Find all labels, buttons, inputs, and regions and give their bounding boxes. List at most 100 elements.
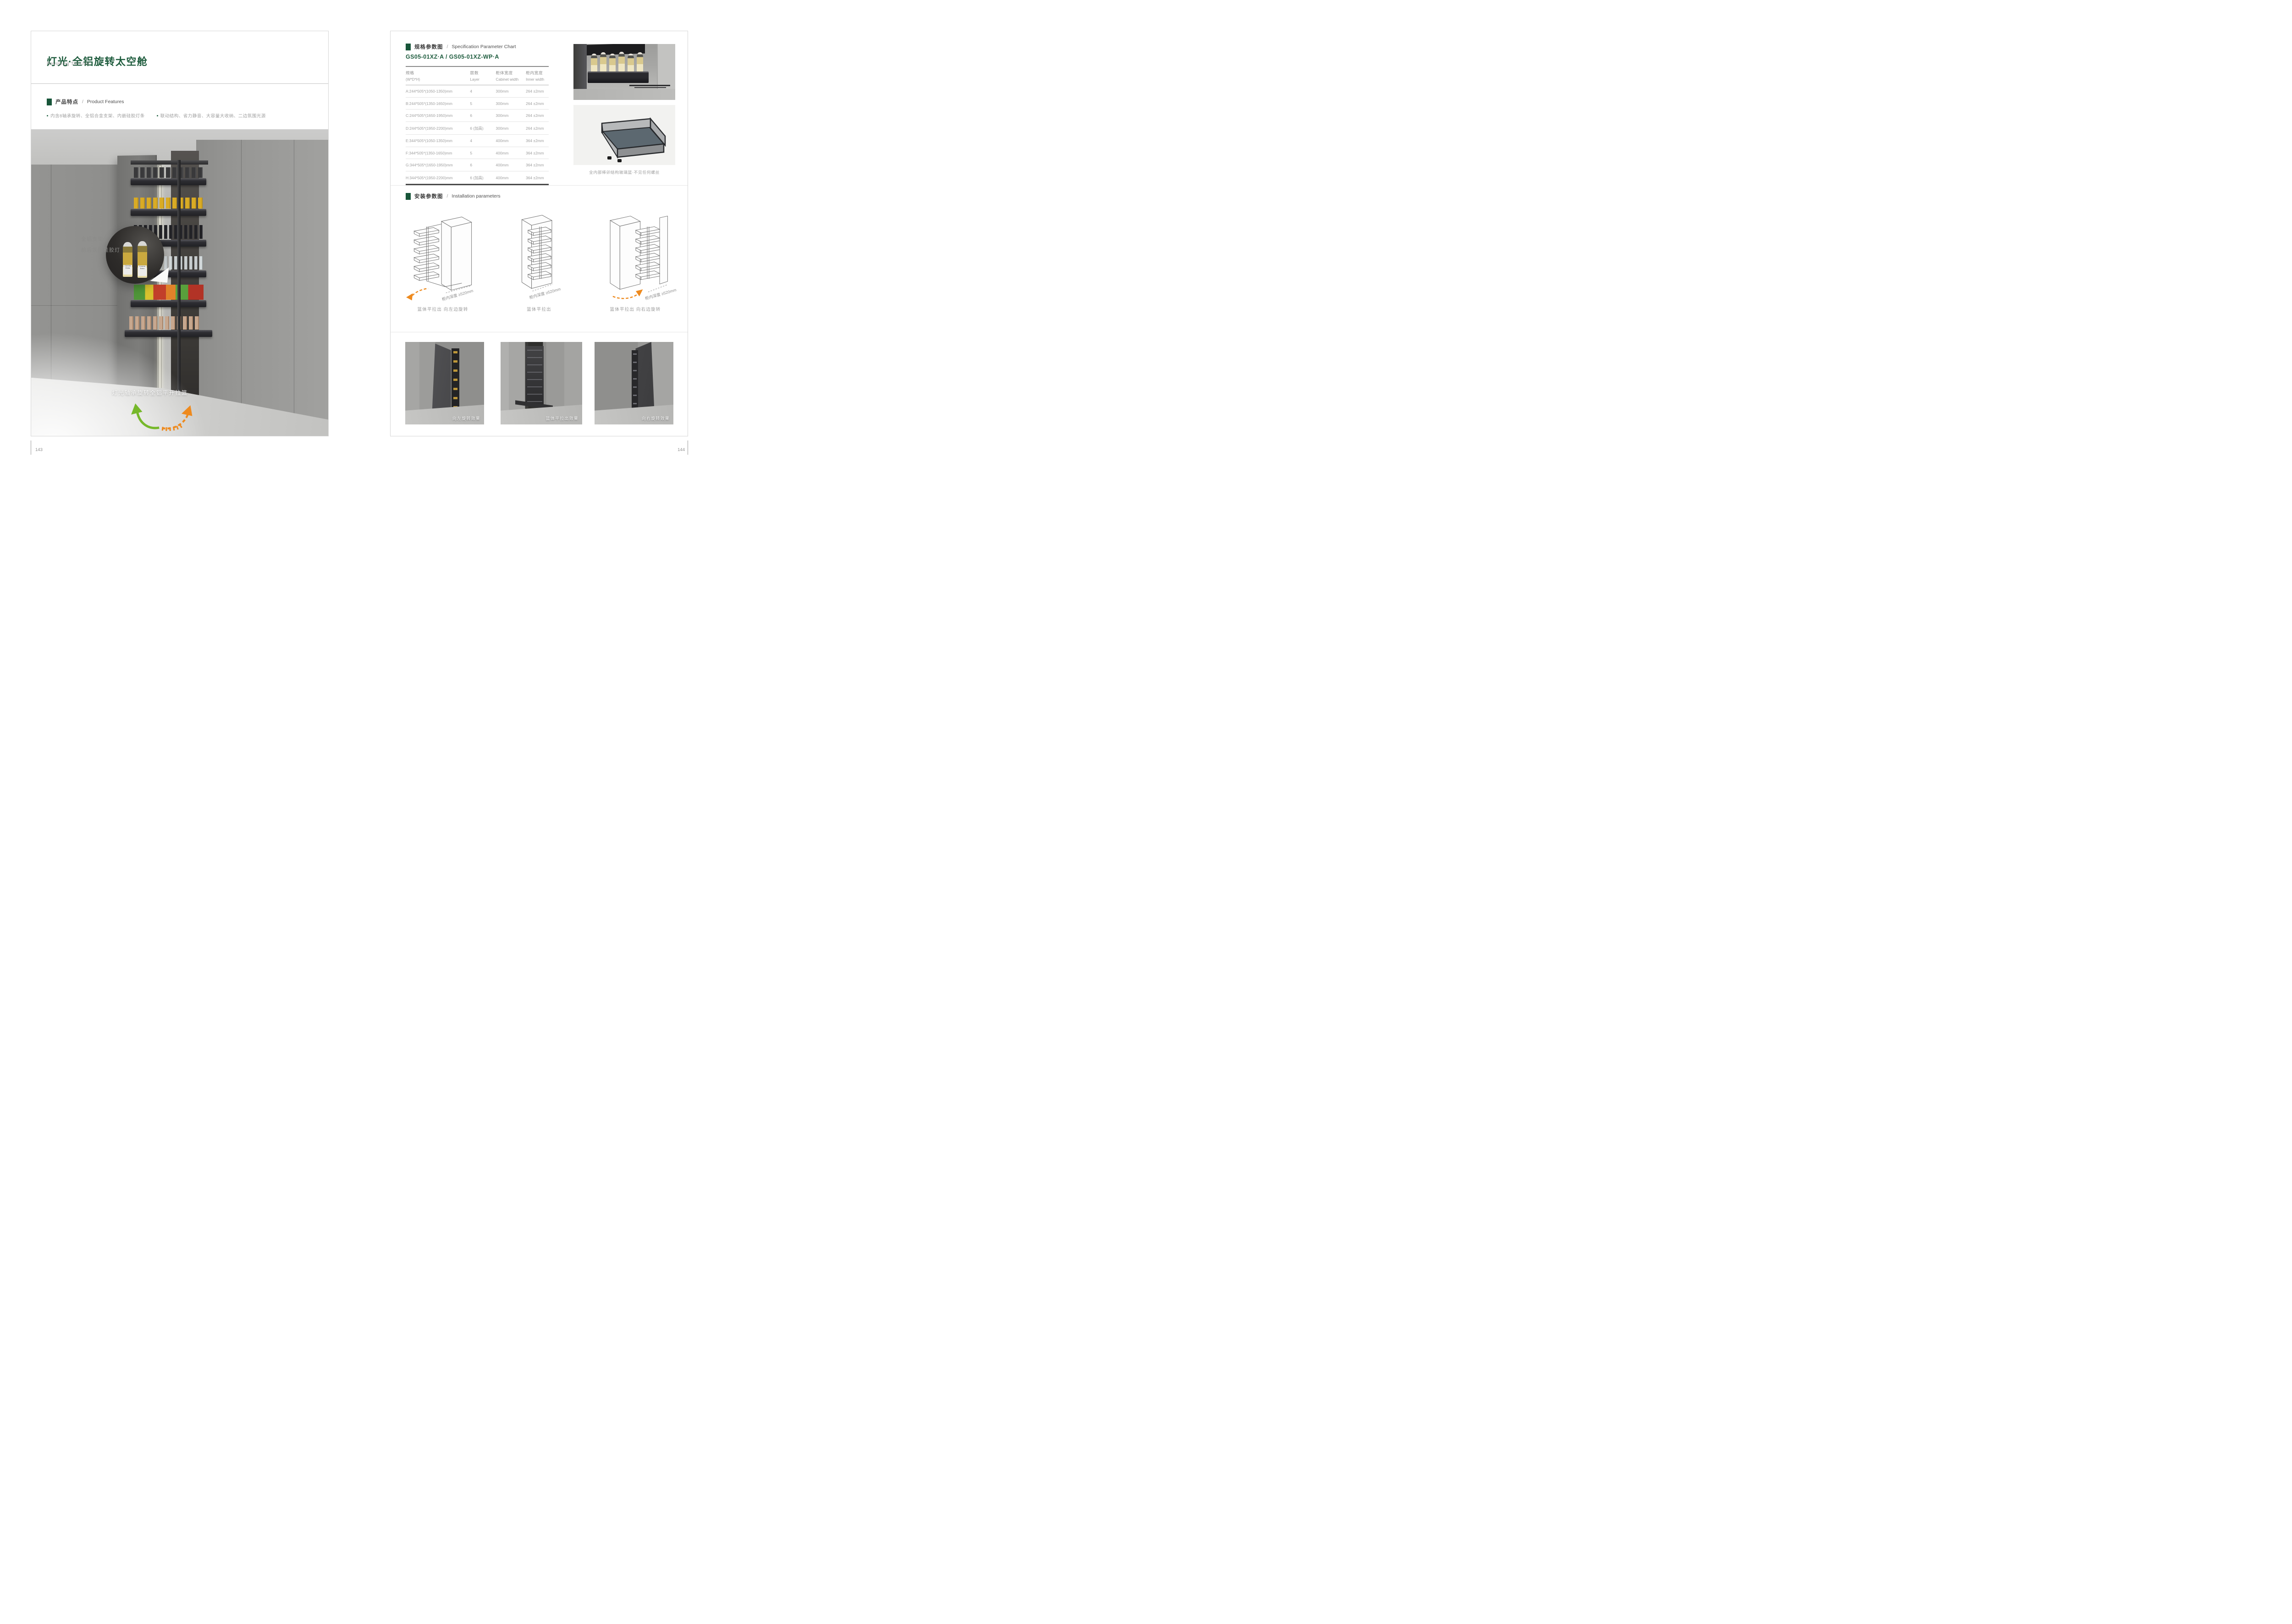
photo-rotate-right-effect: 向右旋转效果 bbox=[595, 342, 673, 424]
diagram-rotate-right: 柜内深度 ≥520mm 篮体平拉出 向右边旋转 bbox=[590, 208, 680, 316]
col-header-en: (W*D*H) bbox=[406, 77, 470, 82]
green-arrow-curve bbox=[137, 412, 159, 428]
photo-rotate-left-effect: 向左旋转效果 bbox=[405, 342, 484, 424]
col-header-zh: 规格 bbox=[406, 70, 470, 76]
bottle-illustration bbox=[637, 52, 644, 72]
col-header-en: Cabinet width bbox=[496, 77, 526, 82]
pullout-unit bbox=[526, 346, 544, 406]
diagram-caption: 篮体平拉出 向右边旋转 bbox=[610, 306, 661, 312]
bottle-illustration bbox=[609, 54, 616, 73]
cabinet-right-doors bbox=[196, 140, 328, 427]
spec-table-cell: E:344*505*(1050-1350)mm bbox=[406, 135, 470, 147]
green-square-icon bbox=[47, 99, 52, 105]
depth-annotation: 柜内深度 ≥520mm bbox=[441, 288, 474, 302]
spec-table-cell: 364 ±2mm bbox=[526, 135, 549, 147]
spec-table-cell: 300mm bbox=[496, 97, 526, 110]
slide-rail bbox=[634, 87, 666, 88]
spec-table-cell: 5 bbox=[470, 147, 496, 159]
green-arrowhead-icon bbox=[131, 403, 142, 414]
spec-table-cell: 4 bbox=[470, 85, 496, 98]
col-header-zh: 层数 bbox=[470, 70, 496, 76]
col-header-inner-width: 柜内宽度 Inner width bbox=[526, 66, 549, 85]
floor bbox=[595, 405, 673, 424]
spec-table-cell: C:244*505*(1650-1950)mm bbox=[406, 110, 470, 122]
features-bullets: 内含8轴承旋转、全铝合金支架、内嵌硅胶灯条 联动结构、省力静音、大容量大收纳、二… bbox=[47, 112, 314, 119]
spec-table-body: A:244*505*(1050-1350)mm4300mm264 ±2mmB:2… bbox=[406, 85, 549, 185]
spec-table-cell: 400mm bbox=[496, 147, 526, 159]
spec-table-cell: 6 (加高) bbox=[470, 171, 496, 185]
shelf-items bbox=[134, 198, 204, 209]
spec-table-cell: 6 bbox=[470, 159, 496, 171]
product-features-section: 产品特点 / Product Features 内含8轴承旋转、全铝合金支架、内… bbox=[47, 98, 314, 119]
orange-arrowhead-icon bbox=[406, 293, 413, 300]
spec-table-row: C:244*505*(1650-1950)mm6300mm264 ±2mm bbox=[406, 110, 549, 122]
model-codes: GS05-01XZ·A / GS05-01XZ-WP·A bbox=[406, 54, 499, 60]
spec-table-row: G:344*505*(1650-1950)mm6400mm364 ±2mm bbox=[406, 159, 549, 171]
spec-table-row: E:344*505*(1050-1350)mm4400mm364 ±2mm bbox=[406, 135, 549, 147]
heading-separator: / bbox=[82, 99, 83, 105]
spec-table-cell: 264 ±2mm bbox=[526, 121, 549, 135]
title-divider bbox=[31, 83, 328, 84]
depth-annotation: 柜内深度 ≥520mm bbox=[529, 286, 561, 300]
cabinet-side-panel bbox=[573, 44, 587, 89]
spec-table-cell: D:244*505*(1950-2200)mm bbox=[406, 121, 470, 135]
glass-basket-illustration bbox=[573, 105, 675, 165]
photo-pull-out-effect: 篮体平拉出效果 bbox=[501, 342, 582, 424]
spec-table-cell: 400mm bbox=[496, 171, 526, 185]
rotation-arrows bbox=[129, 394, 195, 434]
spec-table-cell: 6 bbox=[470, 110, 496, 122]
bottle-label: Corona Extra bbox=[123, 265, 132, 275]
orange-arrowhead-icon bbox=[182, 406, 192, 416]
spec-heading-zh: 规格参数图 bbox=[414, 43, 443, 50]
spec-table-cell: 400mm bbox=[496, 159, 526, 171]
spec-table-cell: 4 bbox=[470, 135, 496, 147]
features-heading: 产品特点 / Product Features bbox=[47, 98, 314, 105]
col-header-cabinet-width: 柜体宽度 Cabinet width bbox=[496, 66, 526, 85]
spec-table-cell: 264 ±2mm bbox=[526, 110, 549, 122]
spec-table-cell: H:344*505*(1950-2200)mm bbox=[406, 171, 470, 185]
bottle-label: Corona Extra bbox=[138, 265, 147, 276]
page-number-left: 143 bbox=[35, 447, 43, 452]
section-divider bbox=[391, 185, 688, 186]
product-photo: Corona Extra Corona Extra 全铝支架 前后氛围硅胶灯 灯… bbox=[31, 129, 328, 436]
diagram-caption: 篮体平拉出 向左边旋转 bbox=[418, 306, 468, 312]
spec-table-cell: 6 (加高) bbox=[470, 121, 496, 135]
basket-tray bbox=[131, 209, 206, 216]
feature-bullet: 联动结构、省力静音、大容量大收纳、二边氛围光源 bbox=[157, 112, 266, 119]
spec-table: 规格 (W*D*H) 层数 Layer 柜体宽度 Cabinet width 柜… bbox=[406, 66, 549, 185]
diagram-left-drawing: 柜内深度 ≥520mm bbox=[399, 208, 486, 304]
install-heading-zh: 安装参数图 bbox=[414, 193, 443, 200]
page-subtitle: Revolving Tall Unit bbox=[47, 61, 89, 66]
bottle-illustration bbox=[628, 54, 634, 73]
shelf-items bbox=[134, 285, 204, 300]
green-square-icon bbox=[406, 193, 411, 200]
spec-table-row: D:244*505*(1950-2200)mm6 (加高)300mm264 ±2… bbox=[406, 121, 549, 135]
spec-table-cell: 400mm bbox=[496, 135, 526, 147]
basket-tray bbox=[131, 300, 206, 307]
spec-photo-glass-basket bbox=[573, 105, 675, 165]
spec-table-cell: F:344*505*(1350-1650)mm bbox=[406, 147, 470, 159]
shelf-items bbox=[134, 167, 204, 178]
page-left: 灯光·全铝旋转太空舱 Revolving Tall Unit 产品特点 / Pr… bbox=[31, 31, 329, 436]
clip-part bbox=[607, 156, 612, 160]
page-right: 规格参数图 / Specification Parameter Chart GS… bbox=[390, 31, 688, 436]
spec-photo-caption: 全内部棒卯结构玻璃篮·不见任何螺丝 bbox=[573, 169, 675, 175]
bottle-illustration: Corona Extra bbox=[138, 241, 147, 278]
floor bbox=[405, 405, 484, 424]
photo-caption: 向左旋转效果 bbox=[452, 415, 480, 421]
orange-arrow-curve bbox=[162, 414, 188, 429]
callout-aluminum-bracket: 全铝支架 前后氛围硅胶灯 bbox=[81, 234, 120, 255]
spec-photo-bottles bbox=[573, 44, 675, 100]
spec-table-row: A:244*505*(1050-1350)mm4300mm264 ±2mm bbox=[406, 85, 549, 98]
shelf-items bbox=[129, 316, 199, 330]
floor bbox=[573, 89, 675, 100]
spec-table-row: H:344*505*(1950-2200)mm6 (加高)400mm364 ±2… bbox=[406, 171, 549, 185]
spec-table-cell: 364 ±2mm bbox=[526, 159, 549, 171]
features-heading-en: Product Features bbox=[87, 99, 124, 105]
floor bbox=[501, 405, 582, 424]
col-header-zh: 柜体宽度 bbox=[496, 70, 526, 76]
spec-table-cell: 300mm bbox=[496, 85, 526, 98]
col-header-en: Inner width bbox=[526, 77, 549, 82]
spec-table-cell: G:344*505*(1650-1950)mm bbox=[406, 159, 470, 171]
basket-tray bbox=[131, 178, 206, 185]
